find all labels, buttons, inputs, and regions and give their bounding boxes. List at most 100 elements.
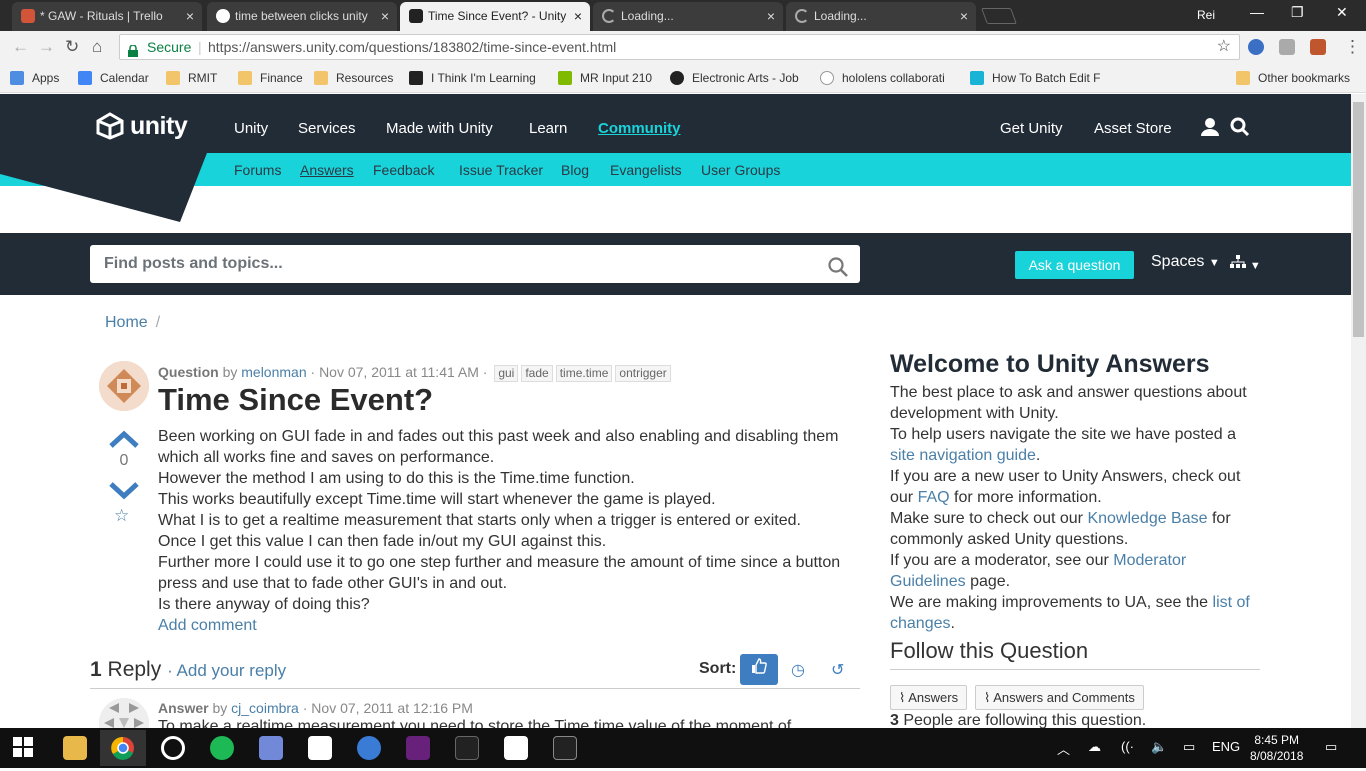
visual-studio-icon[interactable] [406,736,430,760]
browser-tab[interactable]: time between clicks unity × [207,2,397,31]
extension-icon[interactable] [1310,39,1326,55]
avatar[interactable] [99,361,149,411]
nav-get-unity[interactable]: Get Unity [1000,120,1063,137]
vote-down-icon[interactable] [108,482,140,505]
scrollbar-thumb[interactable] [1353,102,1364,337]
faq-link[interactable]: FAQ [918,489,950,506]
browser-tab[interactable]: Loading... × [786,2,976,31]
follow-answers-comments-button[interactable]: ⌇ Answers and Comments [975,685,1144,710]
bookmark-mr-input[interactable]: MR Input 210 [558,71,652,85]
close-icon[interactable]: × [960,2,968,31]
slack-icon[interactable] [308,736,332,760]
extension-icon[interactable] [1248,39,1264,55]
knowledge-base-link[interactable]: Knowledge Base [1087,510,1207,527]
spaces-dropdown[interactable]: Spaces ▼ [1151,253,1220,271]
nav-made-with-unity[interactable]: Made with Unity [386,120,493,137]
bookmark-other[interactable]: Other bookmarks [1236,71,1350,85]
bookmark-star-icon[interactable]: ☆ [1217,35,1231,59]
unity-hub-icon[interactable] [504,736,528,760]
search-input[interactable]: Find posts and topics... [90,245,860,283]
nav-learn[interactable]: Learn [529,120,567,137]
close-icon[interactable]: × [767,2,775,31]
bookmark-ea[interactable]: Electronic Arts - Job [670,71,799,85]
subnav-issue-tracker[interactable]: Issue Tracker [459,162,543,178]
chevron-up-icon[interactable]: ︿ [1057,739,1070,758]
clock[interactable]: 8:45 PM 8/08/2018 [1250,732,1303,764]
wifi-icon[interactable]: ((· [1121,739,1134,754]
nav-services[interactable]: Services [298,120,356,137]
close-window-icon[interactable]: ✕ [1336,4,1348,21]
browser-tab[interactable]: * GAW - Rituals | Trello × [12,2,202,31]
answer-author-link[interactable]: cj_coimbra [231,700,299,716]
bookmark-resources[interactable]: Resources [314,71,393,85]
close-icon[interactable]: × [574,2,582,31]
minimize-icon[interactable]: — [1250,4,1264,20]
tag[interactable]: time.time [555,365,613,382]
obs-icon[interactable] [161,736,185,760]
tag[interactable]: ontrigger [615,365,671,382]
close-icon[interactable]: × [186,2,194,31]
back-icon[interactable]: ← [12,37,29,57]
sort-votes-button[interactable] [740,654,778,685]
nav-community[interactable]: Community [598,120,681,137]
language-indicator[interactable]: ENG [1212,739,1240,754]
close-icon[interactable]: × [381,2,389,31]
windows-start-icon[interactable] [13,737,37,761]
maps-icon[interactable] [357,736,381,760]
bookmark-apps[interactable]: Apps [10,71,59,85]
mail-icon[interactable] [1279,39,1295,55]
subnav-user-groups[interactable]: User Groups [701,162,780,178]
sort-history-icon[interactable]: ↺ [831,660,844,680]
subnav-answers[interactable]: Answers [300,162,354,178]
url-text[interactable]: https://answers.unity.com/questions/1838… [208,35,616,59]
search-icon[interactable] [1230,117,1250,141]
add-reply-link[interactable]: · Add your reply [167,661,286,680]
reload-icon[interactable]: ↻ [65,37,79,57]
nav-unity[interactable]: Unity [234,120,268,137]
tag[interactable]: fade [521,365,553,382]
follow-answers-button[interactable]: ⌇ Answers [890,685,968,710]
page-scrollbar[interactable] [1351,94,1366,728]
cloud-icon[interactable]: ☁ [1088,739,1101,755]
notifications-icon[interactable]: ▭ [1325,739,1337,755]
subnav-feedback[interactable]: Feedback [373,162,434,178]
bookmark-calendar[interactable]: Calendar [78,71,149,85]
new-tab-button[interactable] [981,8,1017,24]
sort-newest-icon[interactable]: ◷ [791,660,805,680]
home-icon[interactable]: ⌂ [92,37,102,57]
tag[interactable]: gui [494,365,519,382]
volume-icon[interactable]: 🔈 [1151,739,1167,755]
unity-editor-icon[interactable] [553,736,577,760]
bookmark-learning[interactable]: I Think I'm Learning [409,71,536,85]
bookmark-finance[interactable]: Finance [238,71,303,85]
discord-icon[interactable] [259,736,283,760]
add-comment-link[interactable]: Add comment [158,617,257,634]
avatar[interactable] [99,698,149,728]
epic-games-icon[interactable] [455,736,479,760]
menu-icon[interactable]: ⋮ [1344,37,1361,57]
bookmark-hololens[interactable]: hololens collaborati [820,71,945,85]
chrome-taskbar-button[interactable] [100,730,146,766]
unity-logo[interactable]: unity [96,112,188,141]
battery-icon[interactable]: ▭ [1183,739,1195,755]
address-bar[interactable]: Secure | https://answers.unity.com/quest… [119,34,1240,60]
subnav-evangelists[interactable]: Evangelists [610,162,682,178]
maximize-icon[interactable]: ❐ [1291,4,1304,21]
sitemap-icon[interactable]: ▼ [1230,255,1261,272]
site-navigation-guide-link[interactable]: site navigation guide [890,447,1036,464]
ask-question-button[interactable]: Ask a question [1015,251,1134,279]
vote-up-icon[interactable] [108,430,140,453]
browser-tab[interactable]: Loading... × [593,2,783,31]
question-author-link[interactable]: melonman [241,364,306,380]
spotify-icon[interactable] [210,736,234,760]
file-explorer-icon[interactable] [63,736,87,760]
nav-asset-store[interactable]: Asset Store [1094,120,1172,137]
user-icon[interactable] [1200,117,1220,141]
search-icon[interactable] [828,254,848,277]
breadcrumb-home[interactable]: Home [105,314,148,331]
profile-name[interactable]: Rei [1197,8,1215,22]
favorite-star-icon[interactable]: ☆ [114,506,129,526]
bookmark-rmit[interactable]: RMIT [166,71,217,85]
forward-icon[interactable]: → [38,37,55,57]
bookmark-batch-edit[interactable]: How To Batch Edit F [970,71,1101,85]
